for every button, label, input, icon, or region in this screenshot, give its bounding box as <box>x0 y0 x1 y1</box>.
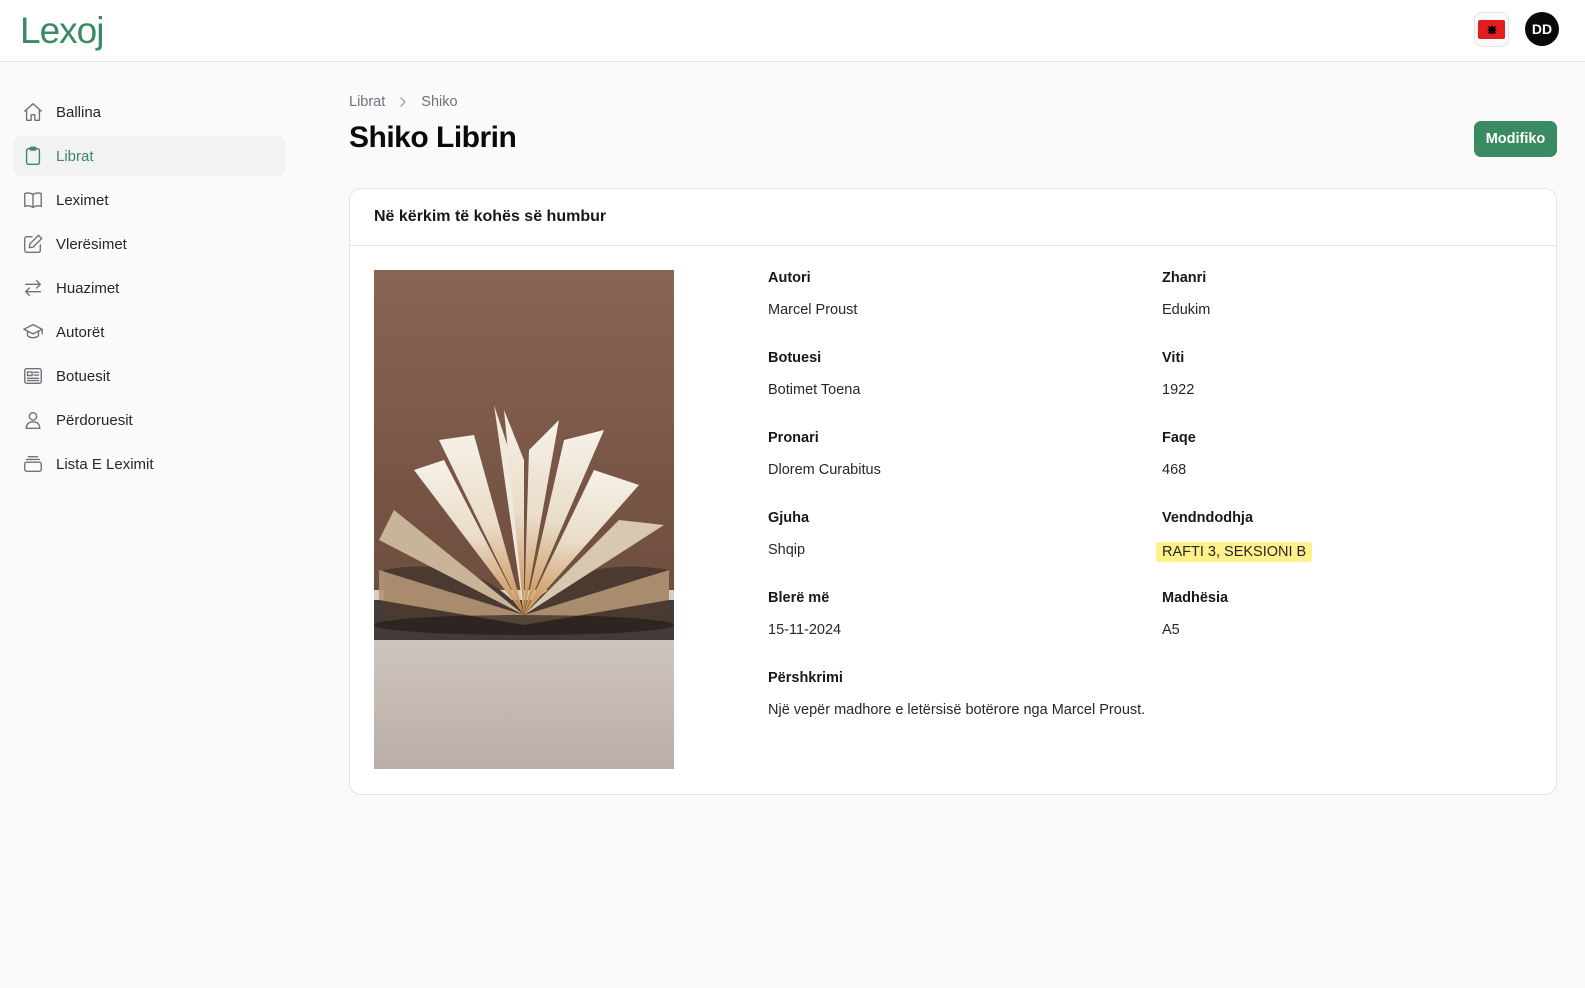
field-value: 15-11-2024 <box>768 622 842 638</box>
top-bar: Lexoj DD <box>0 0 1585 62</box>
field-location: Vendndodhja RAFTI 3, SEKSIONI B <box>1156 510 1522 564</box>
field-value: Marcel Proust <box>768 302 858 318</box>
sidebar-item-ballina[interactable]: Ballina <box>13 92 286 132</box>
breadcrumb-link-librat[interactable]: Librat <box>349 94 385 110</box>
sidebar-item-perdoruesit[interactable]: Përdoruesit <box>13 400 286 440</box>
sidebar-item-label: Ballina <box>56 103 102 121</box>
field-description: Përshkrimi Një vepër madhore e letërsisë… <box>768 670 1528 724</box>
field-value: Shqip <box>768 542 806 558</box>
field-value: Dlorem Curabitus <box>768 462 881 478</box>
field-value: 468 <box>1162 462 1187 478</box>
sidebar-item-label: Huazimet <box>56 279 120 297</box>
sidebar-item-label: Leximet <box>56 191 109 209</box>
sidebar-item-vleresimet[interactable]: Vlerësimet <box>13 224 286 264</box>
book-card: Në kërkim të kohës së humbur Autori Marc… <box>349 188 1557 795</box>
field-genre: Zhanri Edukim <box>1162 270 1522 324</box>
open-book-icon <box>22 189 44 211</box>
field-value: Botimet Toena <box>768 382 861 398</box>
field-label: Autori <box>768 270 811 286</box>
field-label: Viti <box>1162 350 1185 366</box>
user-icon <box>22 409 44 431</box>
field-value: Edukim <box>1162 302 1211 318</box>
sidebar-item-lista-e-leximit[interactable]: Lista E Leximit <box>13 444 286 484</box>
field-language: Gjuha Shqip <box>768 510 1128 564</box>
sidebar-item-label: Autorët <box>56 323 105 341</box>
field-year: Viti 1922 <box>1162 350 1522 404</box>
field-label: Zhanri <box>1162 270 1207 286</box>
location-badge: RAFTI 3, SEKSIONI B <box>1156 542 1313 562</box>
clipboard-icon <box>22 145 44 167</box>
field-label: Botuesi <box>768 350 822 366</box>
pencil-square-icon <box>22 233 44 255</box>
field-pages: Faqe 468 <box>1162 430 1522 484</box>
sidebar-item-label: Lista E Leximit <box>56 455 154 473</box>
sidebar-item-label: Botuesit <box>56 367 111 385</box>
field-label: Pronari <box>768 430 819 446</box>
breadcrumb: Librat Shiko <box>349 94 458 110</box>
breadcrumb-current: Shiko <box>421 94 458 110</box>
field-value: 1922 <box>1162 382 1195 398</box>
sidebar-item-autoret[interactable]: Autorët <box>13 312 286 352</box>
field-label: Madhësia <box>1162 590 1229 606</box>
page-title: Shiko Librin <box>349 121 517 154</box>
sidebar-item-librat[interactable]: Librat <box>13 136 286 176</box>
field-size: Madhësia A5 <box>1162 590 1522 644</box>
edit-button[interactable]: Modifiko <box>1474 121 1557 157</box>
stack-icon <box>22 453 44 475</box>
sidebar-item-label: Vlerësimet <box>56 235 127 253</box>
arrows-swap-icon <box>22 277 44 299</box>
field-label: Përshkrimi <box>768 670 843 686</box>
field-label: Blerë më <box>768 590 830 606</box>
field-label: Vendndodhja <box>1162 510 1254 526</box>
field-owner: Pronari Dlorem Curabitus <box>768 430 1128 484</box>
field-value: A5 <box>1162 622 1180 638</box>
field-label: Gjuha <box>768 510 810 526</box>
sidebar: Ballina Librat Leximet Vlerësimet Huazim… <box>13 92 286 488</box>
chevron-right-icon <box>397 96 409 108</box>
newspaper-icon <box>22 365 44 387</box>
field-author: Autori Marcel Proust <box>768 270 1128 324</box>
graduation-cap-icon <box>22 321 44 343</box>
sidebar-item-leximet[interactable]: Leximet <box>13 180 286 220</box>
app-logo[interactable]: Lexoj <box>20 10 104 52</box>
user-avatar[interactable]: DD <box>1525 12 1559 46</box>
sidebar-item-label: Librat <box>56 147 94 165</box>
sidebar-item-botuesit[interactable]: Botuesit <box>13 356 286 396</box>
sidebar-item-label: Përdoruesit <box>56 411 133 429</box>
language-switch-button[interactable] <box>1474 12 1509 47</box>
book-title: Në kërkim të kohës së humbur <box>350 189 1556 246</box>
sidebar-item-huazimet[interactable]: Huazimet <box>13 268 286 308</box>
field-label: Faqe <box>1162 430 1196 446</box>
home-icon <box>22 101 44 123</box>
field-bought: Blerë më 15-11-2024 <box>768 590 1128 644</box>
field-value: RAFTI 3, SEKSIONI B <box>1156 542 1522 564</box>
field-value: Një vepër madhore e letërsisë botërore n… <box>768 702 1146 718</box>
field-publisher: Botuesi Botimet Toena <box>768 350 1128 404</box>
book-cover-image <box>374 270 674 769</box>
albanian-flag-icon <box>1478 20 1505 39</box>
